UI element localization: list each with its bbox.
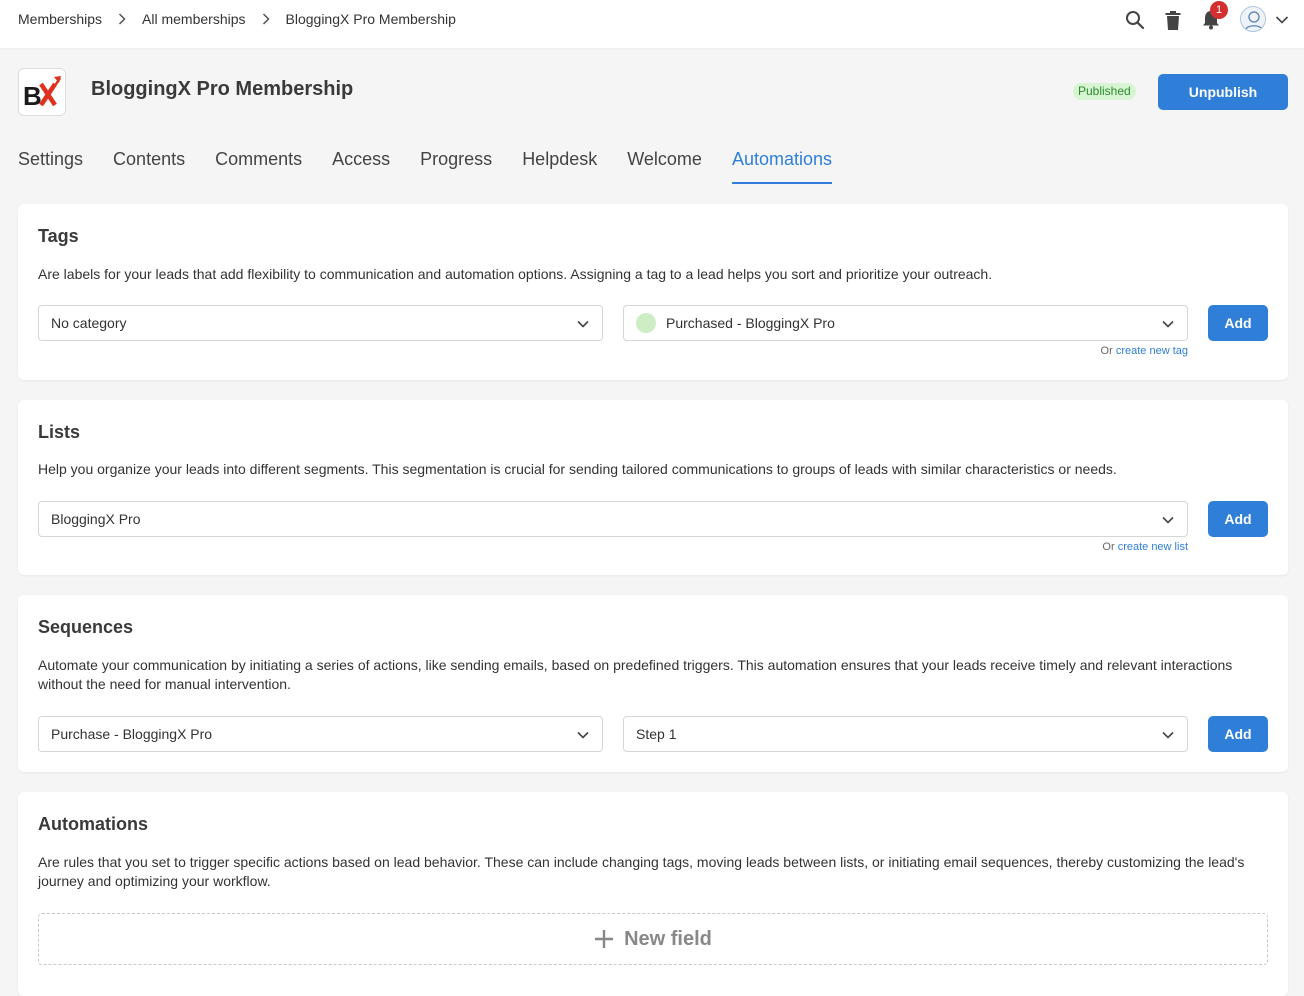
sequence-step-value: Step 1 (636, 726, 677, 742)
chevron-right-icon (115, 13, 129, 25)
create-tag-hint: Or create new tag (1101, 345, 1188, 357)
breadcrumb-memberships[interactable]: Memberships (18, 11, 102, 27)
chevron-down-icon (1162, 731, 1174, 739)
sequence-value: Purchase - BloggingX Pro (51, 726, 213, 742)
sequences-title: Sequences (38, 617, 134, 637)
sequence-select[interactable]: Purchase - BloggingX Pro (38, 716, 603, 752)
lists-card: Lists Help you organize your leads into … (18, 400, 1288, 575)
avatar[interactable] (1240, 6, 1266, 32)
tag-category-select[interactable]: No category (38, 305, 603, 341)
add-sequence-button[interactable]: Add (1208, 716, 1268, 752)
plus-icon (595, 930, 614, 948)
chevron-right-icon (259, 13, 273, 25)
membership-logo: B (18, 68, 66, 116)
unpublish-button[interactable]: Unpublish (1158, 74, 1288, 110)
chevron-down-icon (577, 731, 589, 739)
create-list-hint: Or create new list (1102, 541, 1188, 553)
tab-helpdesk[interactable]: Helpdesk (522, 146, 597, 184)
lists-description: Help you organize your leads into differ… (38, 461, 1117, 477)
new-field-label: New field (624, 927, 712, 950)
top-bar: Memberships All memberships BloggingX Pr… (0, 0, 1304, 48)
tag-color-dot (636, 313, 656, 333)
automations-card: Automations Are rules that you set to tr… (18, 792, 1288, 996)
chevron-down-icon (577, 320, 589, 328)
notification-badge: 1 (1210, 1, 1228, 19)
tags-title: Tags (38, 226, 79, 246)
list-value: BloggingX Pro (51, 511, 141, 527)
chevron-down-icon (1162, 320, 1174, 328)
tag-select[interactable]: Purchased - BloggingX Pro (623, 305, 1188, 341)
tag-category-value: No category (51, 315, 127, 331)
add-list-button[interactable]: Add (1208, 501, 1268, 537)
svg-text:B: B (23, 81, 42, 110)
tab-bar: Settings Contents Comments Access Progre… (18, 146, 862, 186)
tag-value: Purchased - BloggingX Pro (666, 315, 835, 331)
sequences-card: Sequences Automate your communication by… (18, 595, 1288, 772)
tab-access[interactable]: Access (332, 146, 390, 184)
search-icon[interactable] (1123, 8, 1147, 32)
create-list-prefix: Or (1102, 541, 1115, 553)
create-new-tag-link[interactable]: create new tag (1116, 345, 1188, 357)
list-select[interactable]: BloggingX Pro (38, 501, 1188, 537)
sequence-step-select[interactable]: Step 1 (623, 716, 1188, 752)
chevron-down-icon (1162, 516, 1174, 524)
page-title: BloggingX Pro Membership (91, 78, 354, 100)
automations-title: Automations (38, 814, 148, 834)
create-new-list-link[interactable]: create new list (1118, 541, 1188, 553)
new-field-button[interactable]: New field (38, 913, 1268, 965)
trash-icon[interactable] (1161, 8, 1185, 32)
tab-automations[interactable]: Automations (731, 146, 832, 184)
chevron-down-icon[interactable] (1270, 8, 1294, 32)
sequences-description: Automate your communication by initiatin… (38, 657, 1233, 692)
tab-welcome[interactable]: Welcome (627, 146, 702, 184)
automations-description: Are rules that you set to trigger specif… (38, 854, 1245, 889)
breadcrumb-all-memberships[interactable]: All memberships (142, 11, 245, 27)
create-tag-prefix: Or (1100, 345, 1113, 357)
bell-icon[interactable]: 1 (1199, 1, 1228, 32)
lists-title: Lists (38, 422, 81, 442)
breadcrumb: Memberships All memberships BloggingX Pr… (18, 11, 456, 27)
tab-comments[interactable]: Comments (215, 146, 302, 184)
tab-contents[interactable]: Contents (113, 146, 185, 184)
tab-settings[interactable]: Settings (18, 146, 83, 184)
status-badge: Published (1073, 83, 1136, 100)
tags-description: Are labels for your leads that add flexi… (38, 266, 993, 282)
add-tag-button[interactable]: Add (1208, 305, 1268, 341)
tab-progress[interactable]: Progress (420, 146, 492, 184)
tags-card: Tags Are labels for your leads that add … (18, 204, 1288, 380)
breadcrumb-current: BloggingX Pro Membership (285, 11, 456, 27)
